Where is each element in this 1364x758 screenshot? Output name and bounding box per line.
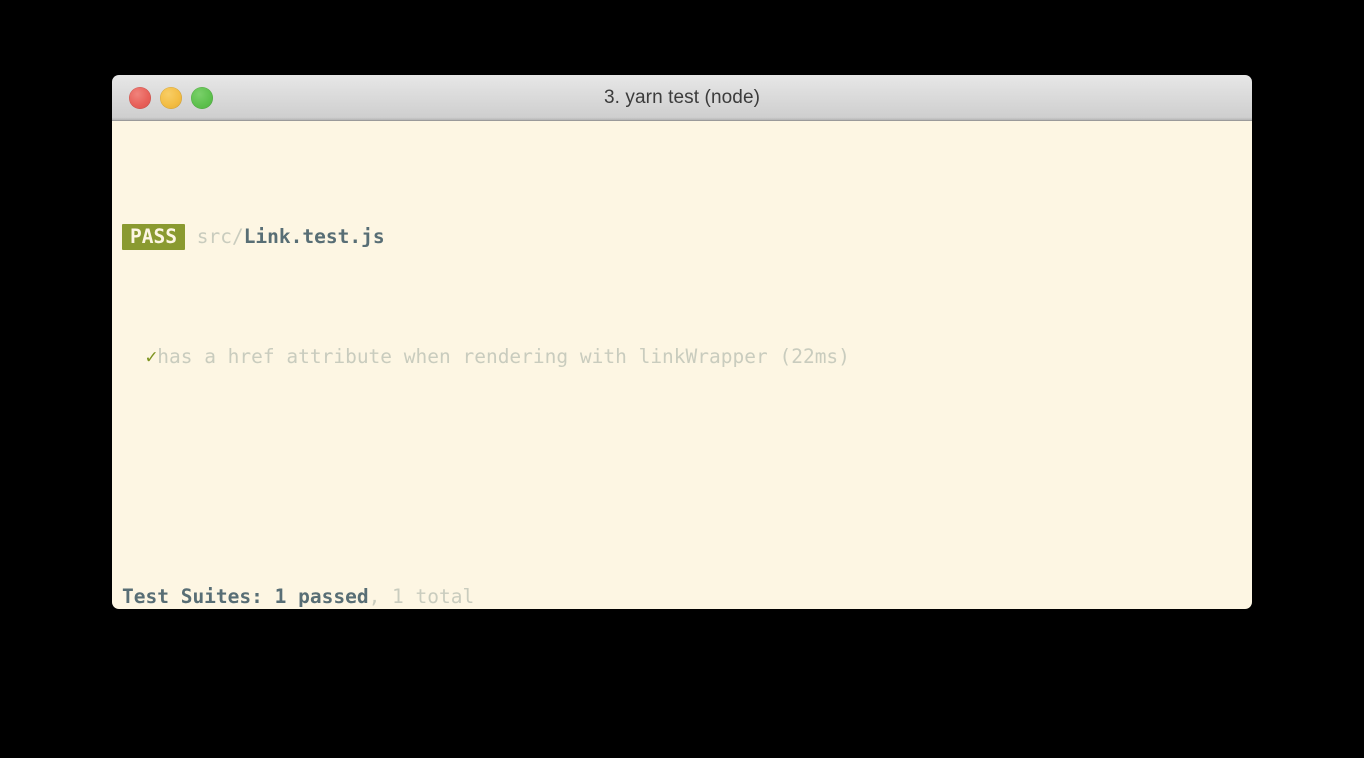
test-case-space bbox=[768, 345, 780, 368]
window-title-bar[interactable]: 3. yarn test (node) bbox=[112, 75, 1252, 121]
summary-pad-test-suites bbox=[263, 585, 275, 608]
summary-line-test-suites: Test Suites: 1 passed, 1 total bbox=[122, 582, 1252, 609]
summary-value-bold-test-suites: 1 passed bbox=[274, 585, 369, 608]
terminal-window[interactable]: 3. yarn test (node) PASS src/Link.test.j… bbox=[112, 75, 1252, 609]
test-case-indent bbox=[122, 345, 145, 368]
check-icon: ✓ bbox=[145, 345, 158, 368]
window-title: 3. yarn test (node) bbox=[603, 87, 761, 108]
test-case-duration: (22ms) bbox=[779, 345, 850, 368]
summary-label-test-suites: Test Suites: bbox=[122, 585, 263, 608]
suite-result-line: PASS src/Link.test.js bbox=[122, 222, 1252, 252]
pass-badge: PASS bbox=[122, 224, 185, 250]
summary-value-rest-test-suites: , 1 total bbox=[368, 585, 475, 608]
suite-path-spacer bbox=[185, 225, 197, 248]
suite-path-prefix: src/ bbox=[196, 225, 244, 248]
terminal-body[interactable]: PASS src/Link.test.js ✓has a href attrib… bbox=[112, 121, 1252, 609]
test-case-name: has a href attribute when rendering with… bbox=[157, 345, 768, 368]
test-case-line: ✓has a href attribute when rendering wit… bbox=[122, 342, 1252, 372]
terminal-output: PASS src/Link.test.js ✓has a href attrib… bbox=[112, 132, 1252, 609]
suite-path-file: Link.test.js bbox=[243, 225, 385, 248]
